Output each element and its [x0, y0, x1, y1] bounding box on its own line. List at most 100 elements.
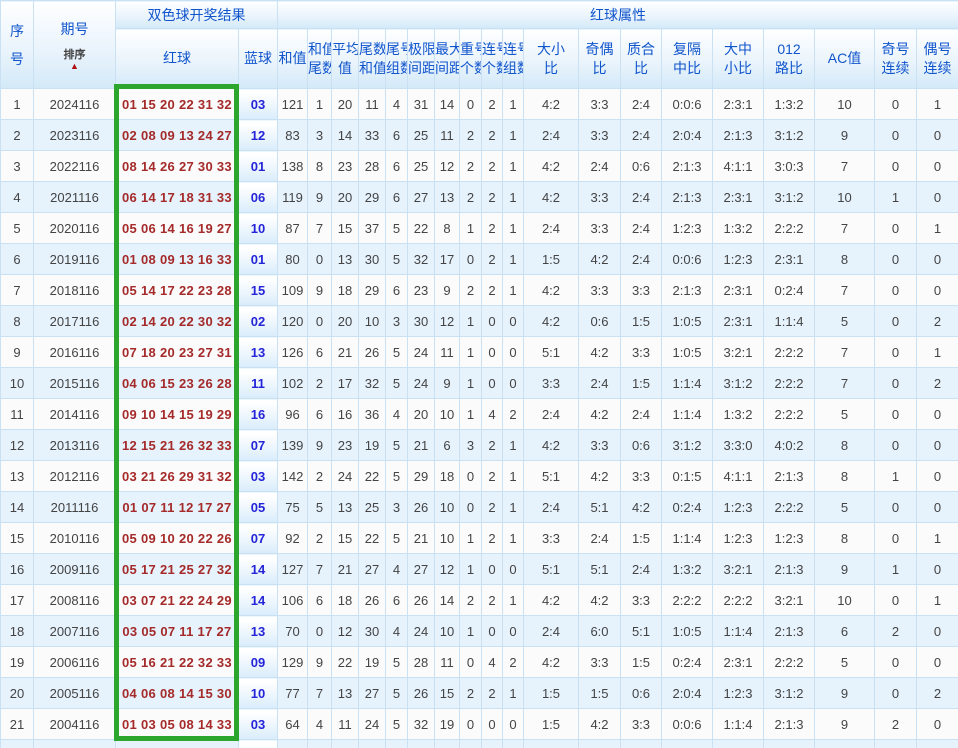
cell-consecutive-groups: 1: [502, 274, 524, 306]
cell-big-mid-small-ratio: 1:2:3: [712, 522, 764, 554]
cell-sum-tail: 9: [307, 646, 332, 678]
cell-odd-consecutive: 0: [874, 491, 917, 523]
cell-even-consecutive: 1: [916, 336, 958, 368]
cell-ac-value: 7: [814, 367, 875, 399]
cell-odd-even-ratio: 3:3: [578, 119, 621, 151]
cell-prime-composite-ratio: 3:3: [620, 336, 662, 368]
cell-even-consecutive: 2: [916, 305, 958, 337]
cell-extreme-span: 32: [407, 243, 435, 275]
cell-tail-sum: 37: [358, 212, 386, 244]
cell-even-consecutive: 0: [916, 429, 958, 461]
cell-consecutive-count: 2: [481, 274, 503, 306]
cell-issue: 2005116: [33, 677, 116, 709]
col-header-issue-sort[interactable]: 期号 排序 ▲: [33, 0, 116, 89]
cell-tail-groups: 4: [385, 553, 408, 585]
table-row: 10 2015116 04 06 15 23 26 28 11 102 2 17 32 5 24 9…: [0, 367, 958, 399]
cell-blue-ball: 06: [238, 181, 278, 213]
cell-red-balls: 01 08 09 13 16 33: [115, 243, 239, 275]
cell-blue-ball: 15: [238, 274, 278, 306]
cell-max-span: 10: [434, 522, 460, 554]
cell-extreme-span: 24: [407, 336, 435, 368]
cell-max-span: 11: [434, 336, 460, 368]
cell-prime-composite-ratio: 2:4: [620, 119, 662, 151]
cell-odd-consecutive: 0: [874, 398, 917, 430]
cell-ac-value: 8: [814, 429, 875, 461]
cell-empty: [238, 739, 278, 748]
cell-big-mid-small-ratio: 2:3:1: [712, 274, 764, 306]
cell-fu-ge-zhong-ratio: 0:1:5: [661, 460, 713, 492]
cell-fu-ge-zhong-ratio: 1:1:4: [661, 398, 713, 430]
col-header-sum-tail: 和值尾数: [307, 28, 332, 89]
cell-fu-ge-zhong-ratio: 1:3:2: [661, 553, 713, 585]
cell-consecutive-groups: 1: [502, 212, 524, 244]
cell-odd-even-ratio: 3:3: [578, 429, 621, 461]
cell-odd-even-ratio: 0:6: [578, 305, 621, 337]
cell-odd-even-ratio: 2:4: [578, 367, 621, 399]
cell-odd-consecutive: 1: [874, 460, 917, 492]
cell-average: 14: [331, 119, 359, 151]
cell-big-small-ratio: 2:4: [523, 212, 579, 244]
cell-big-mid-small-ratio: 4:1:1: [712, 460, 764, 492]
cell-tail-sum: 29: [358, 181, 386, 213]
cell-average: 16: [331, 398, 359, 430]
lottery-results-table: 序 号 期号 排序 ▲ 双色球开奖结果 红球属性 红球蓝球和值和值尾数平均值尾数…: [0, 0, 958, 748]
cell-serial: 13: [0, 460, 34, 492]
cell-sum-tail: 3: [307, 119, 332, 151]
cell-even-consecutive: 0: [916, 243, 958, 275]
cell-issue: 2007116: [33, 615, 116, 647]
cell-odd-even-ratio: 5:1: [578, 553, 621, 585]
cell-average: 13: [331, 243, 359, 275]
col-header-average: 平均值: [331, 28, 359, 89]
cell-issue: 2012116: [33, 460, 116, 492]
table-row: 13 2012116 03 21 26 29 31 32 03 142 2 24 22 5 29 1…: [0, 460, 958, 492]
col-header-extreme-span: 极限 间距: [407, 28, 435, 89]
cell-fu-ge-zhong-ratio: 0:2:4: [661, 491, 713, 523]
cell-sum-tail: 0: [307, 243, 332, 275]
cell-tail-groups: 5: [385, 212, 408, 244]
cell-consecutive-groups: 1: [502, 460, 524, 492]
cell-012-road-ratio: 2:2:2: [763, 491, 815, 523]
cell-repeat-count: 2: [459, 274, 482, 306]
cell-fu-ge-zhong-ratio: 1:0:5: [661, 615, 713, 647]
cell-sum-tail: 4: [307, 708, 332, 740]
cell-odd-even-ratio: 3:3: [578, 181, 621, 213]
cell-tail-groups: 5: [385, 677, 408, 709]
cell-ac-value: 5: [814, 646, 875, 678]
cell-repeat-count: 1: [459, 398, 482, 430]
cell-empty: [407, 739, 435, 748]
cell-consecutive-count: 2: [481, 88, 503, 120]
cell-big-small-ratio: 5:1: [523, 553, 579, 585]
cell-tail-sum: 30: [358, 615, 386, 647]
table-row: 16 2009116 05 17 21 25 27 32 14 127 7 21 27 4 27 1…: [0, 553, 958, 585]
cell-odd-consecutive: 0: [874, 243, 917, 275]
cell-consecutive-count: 4: [481, 398, 503, 430]
table-body: 1 2024116 01 15 20 22 31 32 03 121 1 20 11 4 31 14…: [0, 88, 958, 748]
cell-red-balls: 05 16 21 22 32 33: [115, 646, 239, 678]
sort-label[interactable]: 排序: [35, 49, 115, 61]
cell-big-mid-small-ratio: 3:3:0: [712, 429, 764, 461]
cell-ac-value: 7: [814, 336, 875, 368]
cell-tail-groups: 6: [385, 150, 408, 182]
cell-blue-ball: 02: [238, 305, 278, 337]
cell-issue: 2019116: [33, 243, 116, 275]
cell-sum: 109: [277, 274, 308, 306]
cell-012-road-ratio: 2:2:2: [763, 212, 815, 244]
cell-serial: 16: [0, 553, 34, 585]
cell-sum: 96: [277, 398, 308, 430]
cell-red-balls: 03 21 26 29 31 32: [115, 460, 239, 492]
cell-fu-ge-zhong-ratio: 1:1:4: [661, 522, 713, 554]
cell-tail-sum: 25: [358, 491, 386, 523]
cell-red-balls: 04 06 15 23 26 28: [115, 367, 239, 399]
cell-sum-tail: 0: [307, 615, 332, 647]
cell-big-small-ratio: 4:2: [523, 584, 579, 616]
col-header-sum: 和值: [277, 28, 308, 89]
sort-asc-icon[interactable]: ▲: [35, 61, 115, 71]
cell-big-mid-small-ratio: 1:2:3: [712, 243, 764, 275]
cell-extreme-span: 25: [407, 150, 435, 182]
col-header-serial: 序 号: [0, 0, 34, 89]
cell-red-balls: 01 03 05 08 14 33: [115, 708, 239, 740]
cell-blue-ball: 14: [238, 553, 278, 585]
table-row: 21 2004116 01 03 05 08 14 33 03 64 4 11 24 5 32 19…: [0, 708, 958, 740]
cell-odd-even-ratio: 3:3: [578, 212, 621, 244]
cell-consecutive-groups: 1: [502, 584, 524, 616]
